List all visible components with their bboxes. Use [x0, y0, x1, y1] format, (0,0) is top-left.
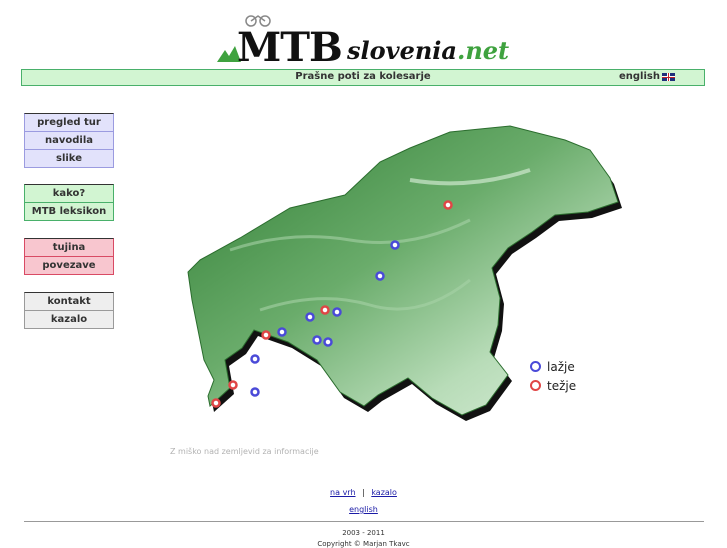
legend-easy-label: lažje [547, 360, 575, 374]
menu-item-kazalo[interactable]: kazalo [24, 311, 114, 329]
hard-dot-icon [530, 380, 541, 391]
site-slogan: Prašne poti za kolesarje [295, 71, 431, 82]
tour-marker-hard [443, 200, 453, 210]
english-link[interactable]: english [619, 71, 660, 82]
map-legend: lažje težje [530, 360, 576, 398]
menu-group-tours: pregled tur navodila slike [24, 113, 114, 168]
menu-group-abroad: tujina povezave [24, 238, 114, 275]
footer-copyright: Copyright © Marjan Tkavc [317, 540, 410, 548]
legend-hard-label: težje [547, 379, 577, 393]
menu-group-contact: kontakt kazalo [24, 292, 114, 329]
tour-marker-easy [277, 327, 287, 337]
footer-english: english [0, 505, 727, 514]
map-hint: Z miško nad zemljevid za informacije [170, 447, 319, 456]
menu-item-mtb-leksikon[interactable]: MTB leksikon [24, 203, 114, 221]
tour-marker-easy [312, 335, 322, 345]
top-bar: Prašne poti za kolesarje english [21, 69, 705, 86]
menu-item-navodila[interactable]: navodila [24, 132, 114, 150]
tour-marker-easy [332, 307, 342, 317]
easy-dot-icon [530, 361, 541, 372]
uk-flag-icon[interactable] [662, 73, 675, 81]
tour-marker-easy [323, 337, 333, 347]
tour-marker-hard [211, 398, 221, 408]
link-kazalo[interactable]: kazalo [371, 488, 397, 497]
link-english[interactable]: english [349, 505, 378, 514]
menu-item-povezave[interactable]: povezave [24, 257, 114, 275]
link-na-vrh[interactable]: na vrh [330, 488, 355, 497]
menu-item-kontakt[interactable]: kontakt [24, 292, 114, 311]
tour-marker-hard [261, 330, 271, 340]
menu-item-slike[interactable]: slike [24, 150, 114, 168]
tour-marker-easy [250, 354, 260, 364]
menu-item-kako[interactable]: kako? [24, 184, 114, 203]
site-logo[interactable]: MTB slovenia.net [215, 12, 515, 71]
menu-item-tujina[interactable]: tujina [24, 238, 114, 257]
tour-marker-easy [250, 387, 260, 397]
link-separator: | [362, 488, 365, 497]
tour-marker-easy [375, 271, 385, 281]
menu-item-pregled-tur[interactable]: pregled tur [24, 113, 114, 132]
logo-slovenia: slovenia.net [347, 36, 510, 65]
footer-years: 2003 - 2011 [342, 529, 385, 537]
tour-marker-easy [390, 240, 400, 250]
tour-marker-easy [305, 312, 315, 322]
tour-marker-hard [320, 305, 330, 315]
menu-group-info: kako? MTB leksikon [24, 184, 114, 221]
logo-mtb: MTB [237, 24, 343, 71]
tour-marker-hard [228, 380, 238, 390]
footer-divider [24, 521, 704, 522]
footer-links: na vrh | kazalo [0, 488, 727, 497]
